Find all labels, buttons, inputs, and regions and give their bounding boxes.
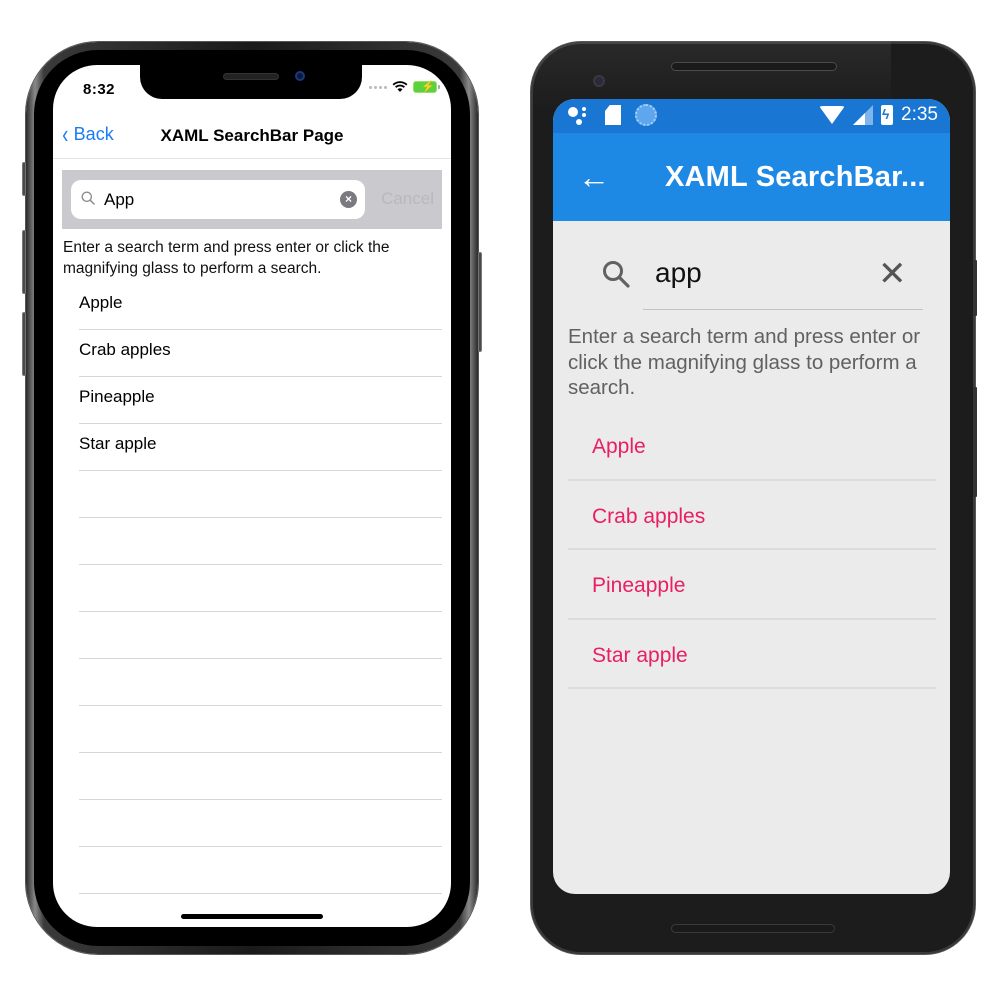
search-input-underline xyxy=(643,309,923,310)
search-results-list: Apple Crab apples Pineapple Star apple xyxy=(568,411,936,689)
android-screen: ϟ 2:35 ← XAML SearchBar... ✕ Enter a sea… xyxy=(553,99,950,894)
wifi-icon xyxy=(392,81,408,92)
empty-list-row xyxy=(79,518,442,565)
page-title: XAML SearchBar... xyxy=(665,161,926,193)
ios-search-bar: × Cancel xyxy=(62,170,442,229)
empty-list-row xyxy=(79,565,442,612)
back-arrow-button[interactable]: ← xyxy=(578,157,610,197)
search-icon xyxy=(81,191,95,205)
search-icon[interactable] xyxy=(601,259,631,289)
android-search-bar: ✕ xyxy=(553,221,950,311)
ios-status-time: 8:32 xyxy=(83,81,116,98)
search-results-list: Apple Crab apples Pineapple Star apple xyxy=(79,283,442,894)
empty-list-row xyxy=(79,612,442,659)
home-indicator[interactable] xyxy=(181,914,323,919)
android-power-button xyxy=(973,260,977,316)
ios-navigation-bar: ‹ Back XAML SearchBar Page xyxy=(53,115,451,159)
sync-icon xyxy=(635,104,657,126)
list-item[interactable]: Pineapple xyxy=(79,377,442,424)
iphone-volume-up-button xyxy=(22,230,26,294)
empty-list-row xyxy=(79,753,442,800)
empty-list-row xyxy=(79,471,442,518)
android-bottom-speaker xyxy=(671,924,835,933)
empty-list-row xyxy=(79,800,442,847)
battery-charging-icon: ϟ xyxy=(881,105,894,125)
iphone-mute-switch xyxy=(22,162,26,196)
android-volume-button xyxy=(973,387,977,497)
android-toolbar: ← XAML SearchBar... xyxy=(553,133,950,221)
page-title: XAML SearchBar Page xyxy=(160,126,344,145)
list-item[interactable]: Pineapple xyxy=(568,550,936,620)
ios-status-icons: ⚡ xyxy=(369,81,440,93)
clear-search-button[interactable]: ✕ xyxy=(878,254,907,294)
android-status-time: 2:35 xyxy=(901,104,938,125)
empty-list-row xyxy=(79,706,442,753)
sd-card-icon xyxy=(605,105,621,125)
status-left-icons xyxy=(567,104,657,126)
android-top-speaker xyxy=(671,62,837,71)
android-status-bar: ϟ 2:35 xyxy=(553,99,950,133)
search-input[interactable] xyxy=(104,190,324,210)
list-item[interactable]: Star apple xyxy=(79,424,442,471)
search-field-container: × xyxy=(71,180,365,219)
android-front-camera xyxy=(593,75,605,87)
empty-list-row xyxy=(79,847,442,894)
list-item[interactable]: Apple xyxy=(568,411,936,481)
instruction-text: Enter a search term and press enter or c… xyxy=(63,239,390,277)
status-right-icons: ϟ 2:35 xyxy=(819,104,938,126)
iphone-notch xyxy=(140,65,362,99)
empty-list-row xyxy=(79,659,442,706)
search-input[interactable] xyxy=(655,257,865,289)
ios-screen: 8:32 ⚡ ‹ Back XAML SearchBar Page × Canc… xyxy=(53,65,451,927)
list-item[interactable]: Crab apples xyxy=(568,481,936,550)
instruction-text: Enter a search term and press enter or c… xyxy=(568,325,921,399)
cancel-button[interactable]: Cancel xyxy=(381,189,434,209)
signal-dots-icon xyxy=(369,85,387,89)
iphone-power-button xyxy=(478,252,482,352)
clear-search-button[interactable]: × xyxy=(340,191,357,208)
wifi-icon xyxy=(819,106,846,124)
iphone-front-camera xyxy=(295,71,305,81)
list-item[interactable]: Crab apples xyxy=(79,330,442,377)
battery-charging-icon: ⚡ xyxy=(413,81,440,93)
iphone-volume-down-button xyxy=(22,312,26,376)
list-item[interactable]: Star apple xyxy=(568,620,936,689)
list-item[interactable]: Apple xyxy=(79,283,442,330)
iphone-earpiece xyxy=(223,73,279,80)
assistant-dots-icon xyxy=(568,107,586,125)
cell-signal-icon xyxy=(853,105,874,125)
